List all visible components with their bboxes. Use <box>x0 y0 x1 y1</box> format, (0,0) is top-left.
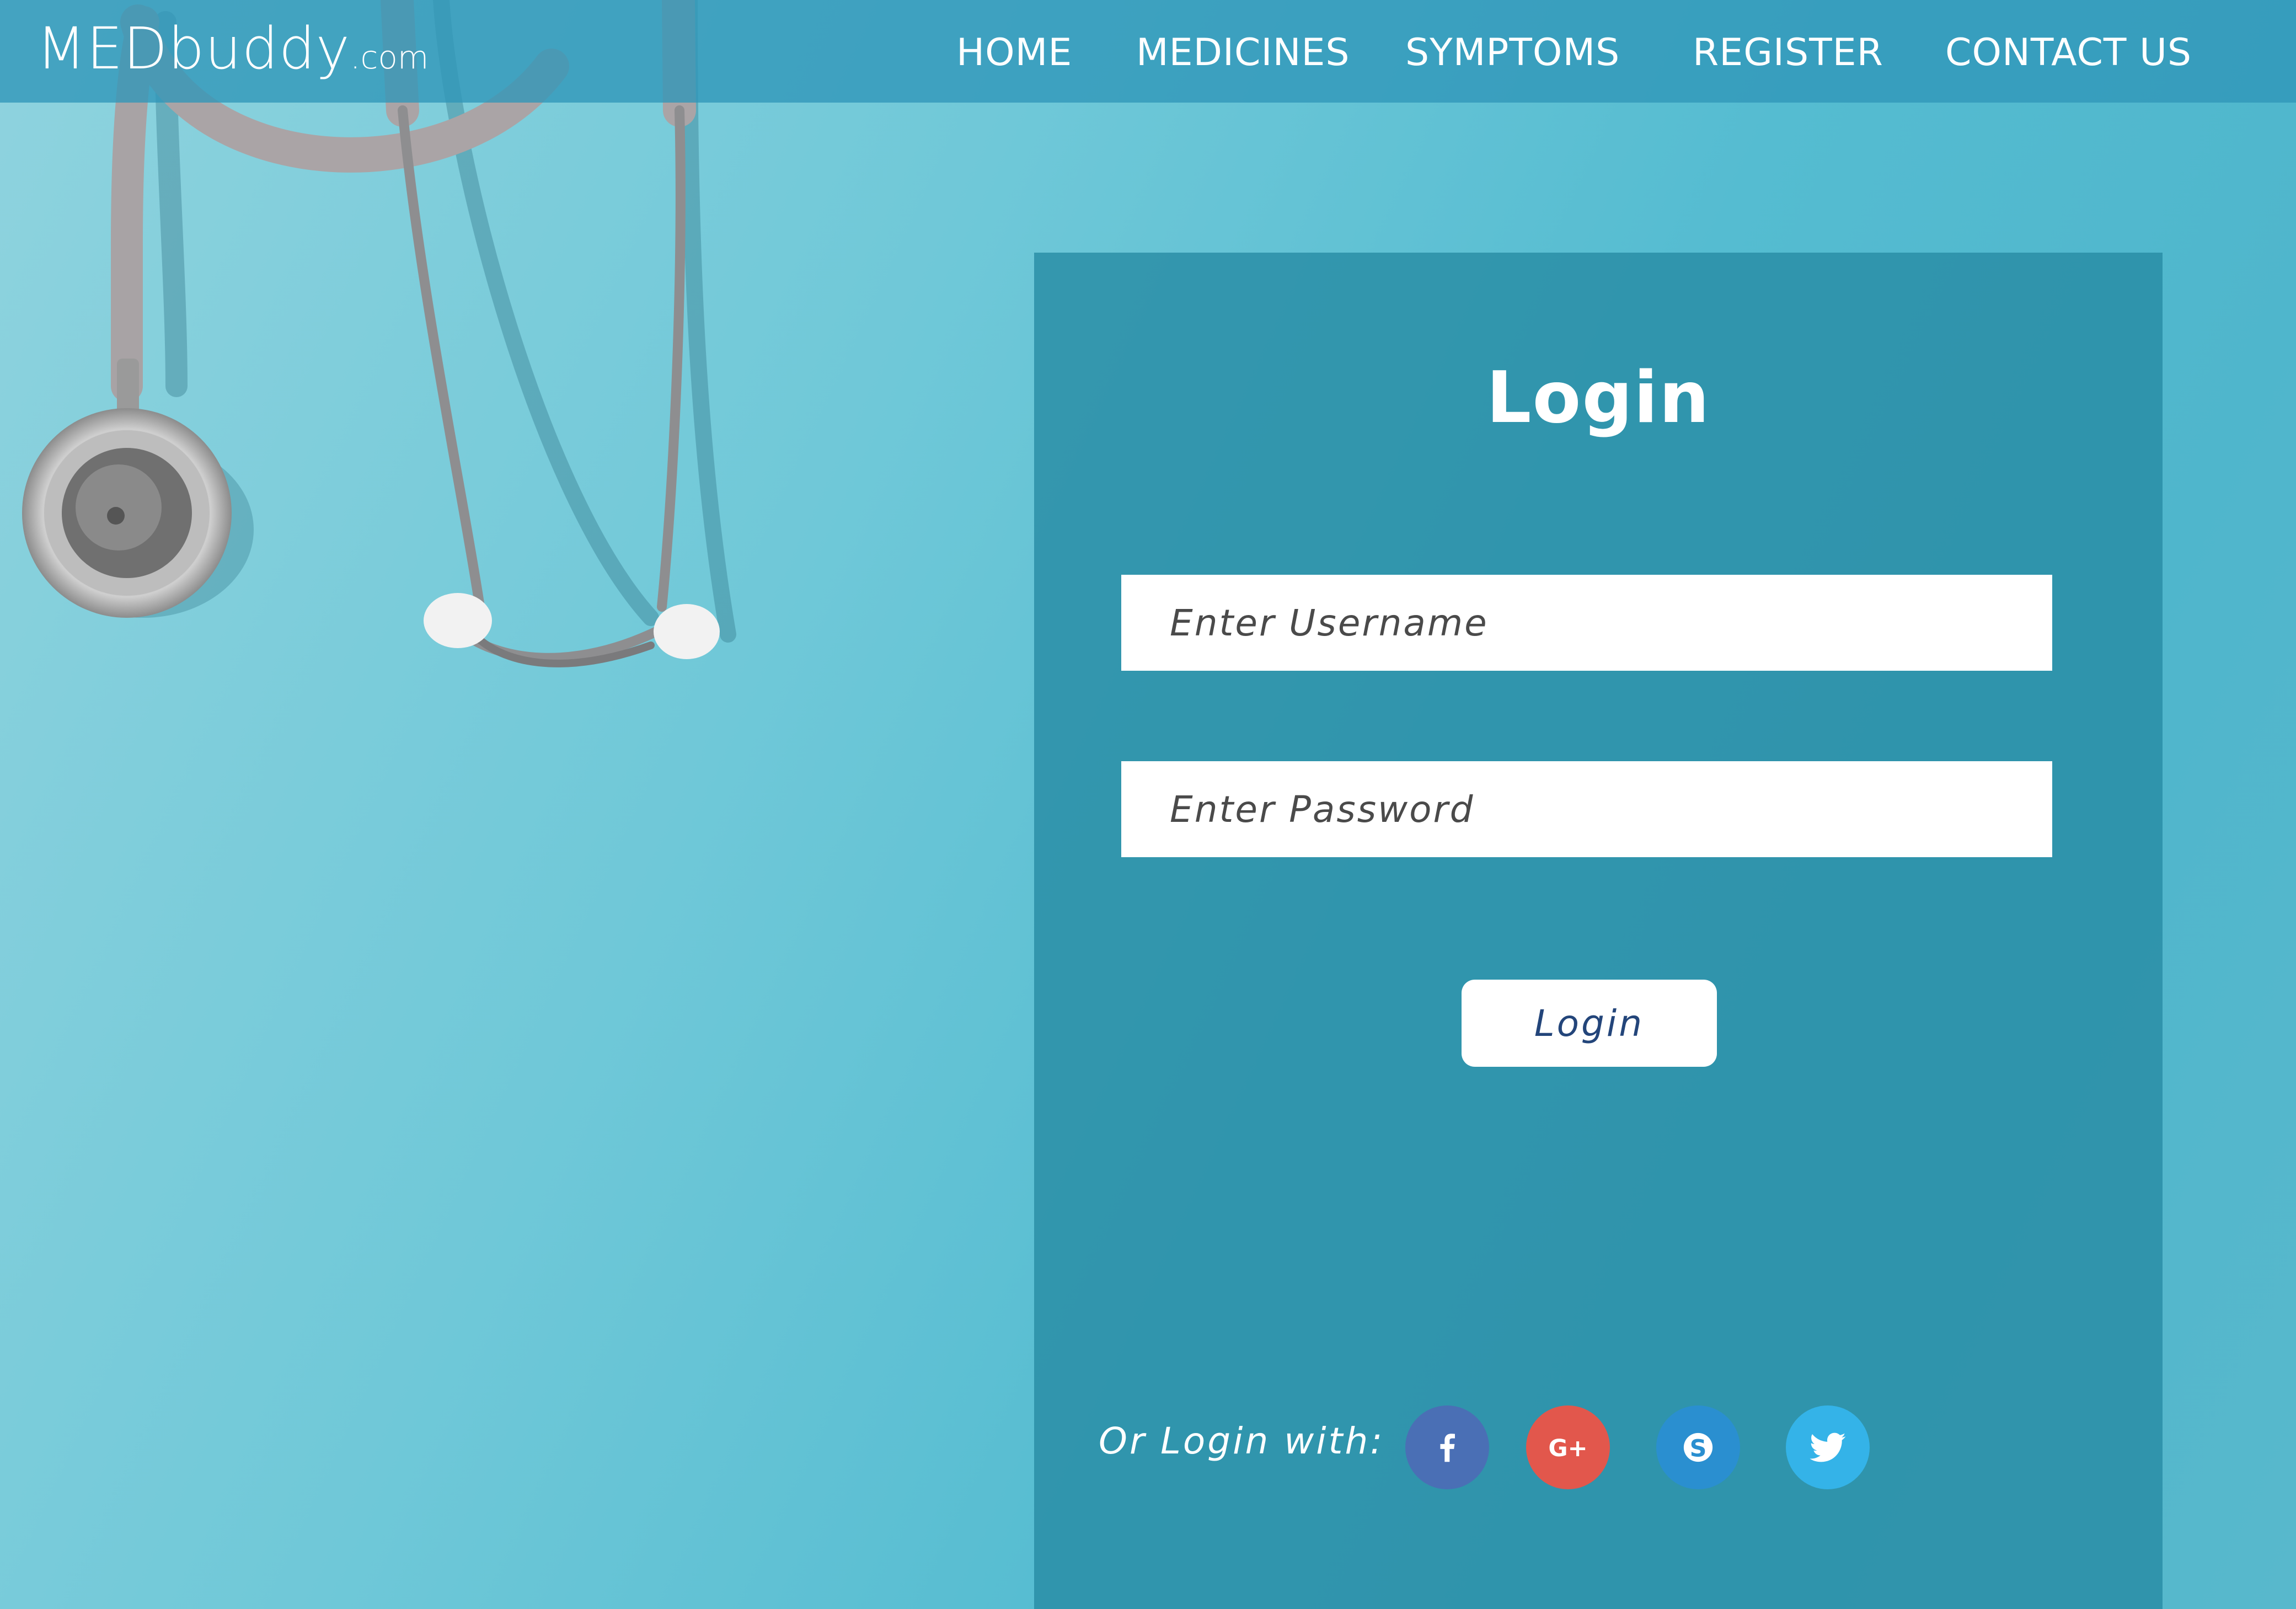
brand-logo[interactable]: MEDbuddy.com <box>36 20 429 77</box>
brand-name: MEDbuddy <box>36 15 351 82</box>
username-input[interactable] <box>1121 575 2052 671</box>
facebook-icon <box>1440 1434 1455 1462</box>
twitter-login-button[interactable] <box>1786 1405 1870 1489</box>
skype-login-button[interactable]: S <box>1656 1405 1740 1489</box>
nav-item-register[interactable]: REGISTER <box>1693 34 1883 72</box>
svg-text:S: S <box>1690 1435 1707 1463</box>
login-button[interactable]: Login <box>1462 980 1717 1067</box>
login-title: Login <box>1486 357 1711 439</box>
nav-item-symptoms[interactable]: SYMPTOMS <box>1405 34 1620 72</box>
nav-bar: MEDbuddy.com HOME MEDICINES SYMPTOMS REG… <box>0 0 2296 103</box>
nav-item-medicines[interactable]: MEDICINES <box>1136 34 1350 72</box>
facebook-login-button[interactable] <box>1405 1405 1489 1489</box>
google-plus-login-button[interactable]: G+ <box>1526 1405 1610 1489</box>
social-login-label: Or Login with: <box>1099 1420 1385 1462</box>
svg-text:G+: G+ <box>1548 1435 1587 1462</box>
brand-suffix: .com <box>350 39 429 76</box>
nav-item-home[interactable]: HOME <box>956 34 1072 72</box>
stethoscope-image <box>22 0 736 667</box>
password-input[interactable] <box>1121 761 2052 857</box>
twitter-icon <box>1810 1432 1846 1462</box>
skype-icon: S <box>1683 1432 1713 1463</box>
login-panel: Login Login Or Login with: G+ S <box>1034 253 2163 1609</box>
nav-item-contact-us[interactable]: CONTACT US <box>1945 34 2192 72</box>
google-plus-icon: G+ <box>1548 1435 1587 1462</box>
